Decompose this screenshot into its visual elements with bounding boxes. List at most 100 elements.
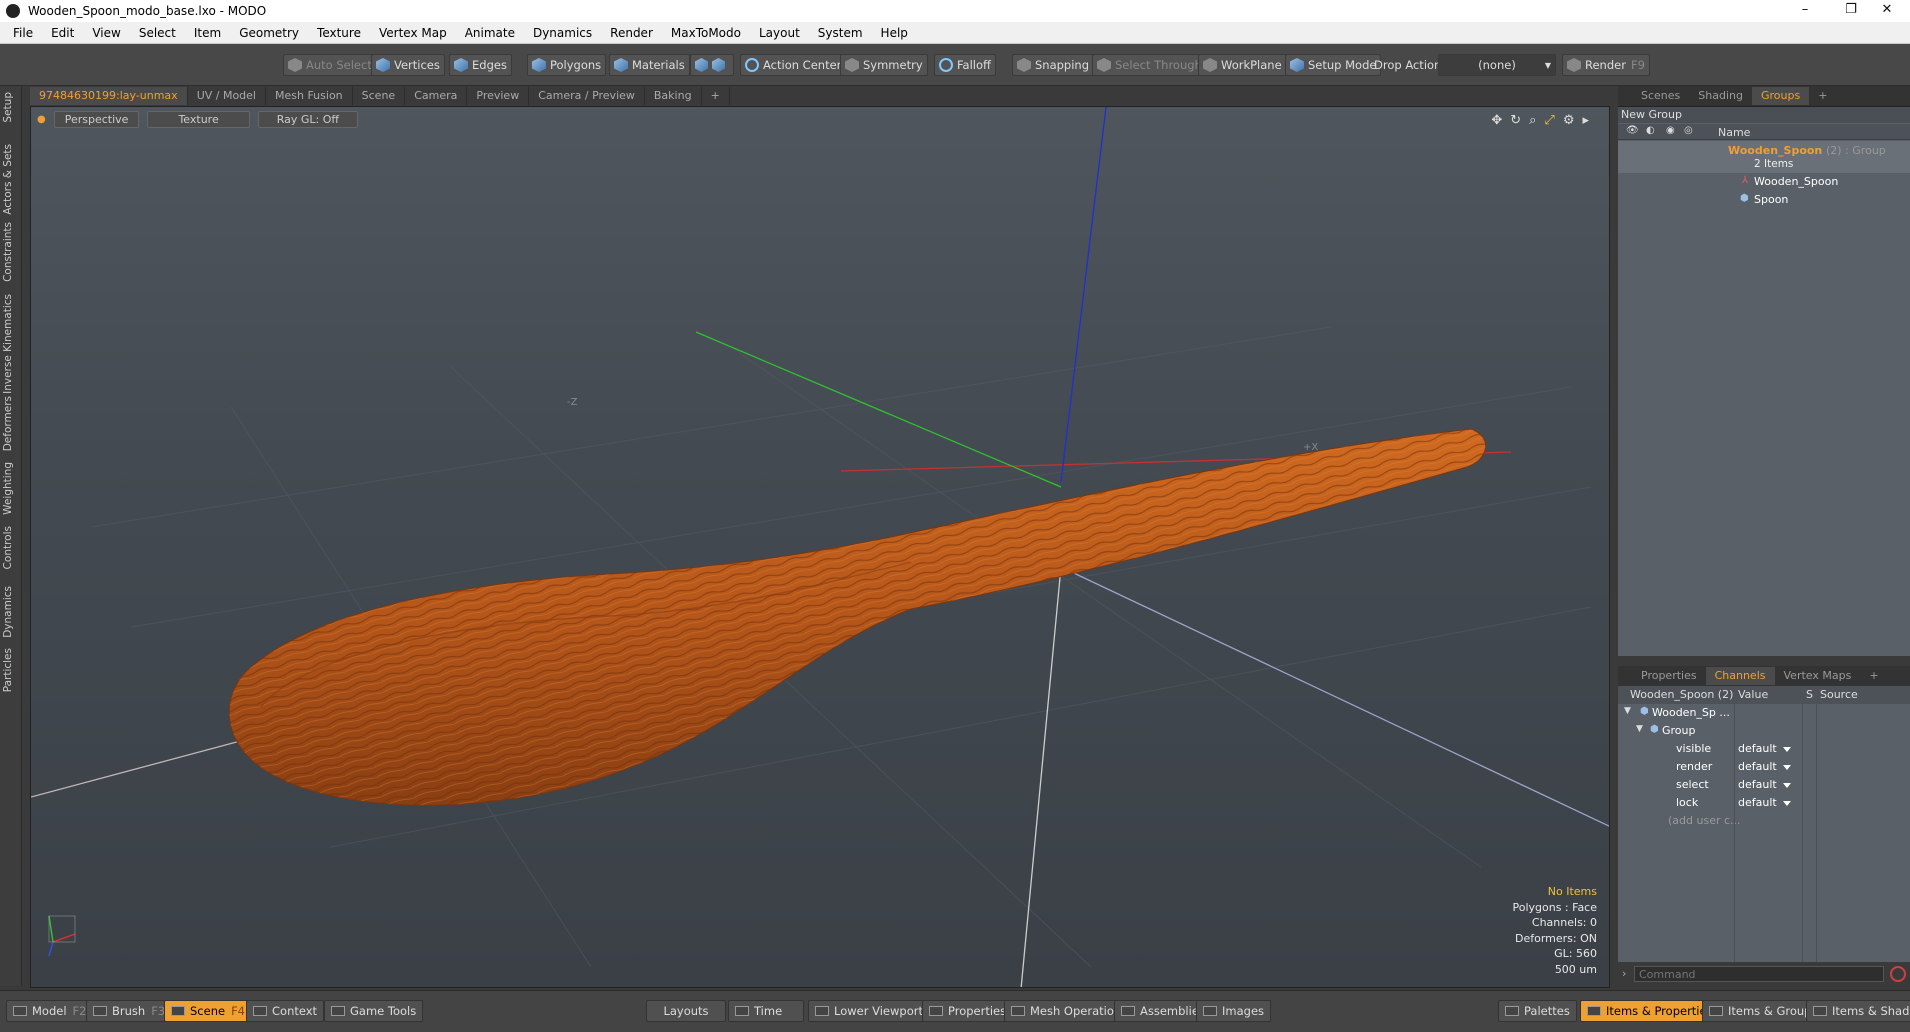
properties-button[interactable]: Properties: [922, 1000, 1014, 1022]
play-icon[interactable]: ▸: [1582, 113, 1589, 128]
brush-layout-button[interactable]: Brush F3: [86, 1000, 173, 1022]
tab-controls[interactable]: Controls: [2, 526, 20, 569]
lower-viewports-button[interactable]: Lower Viewports: [808, 1000, 936, 1022]
menu-animate[interactable]: Animate: [456, 26, 524, 40]
raygl-toggle-button[interactable]: Ray GL: Off: [257, 111, 358, 128]
snapping-button[interactable]: Snapping: [1012, 54, 1095, 76]
tab-uv-model[interactable]: UV / Model: [188, 87, 266, 105]
select-toggle-icon[interactable]: ◉: [1666, 125, 1675, 136]
3d-viewport[interactable]: -Z +X ● Perspective Texture Ray GL: Off …: [30, 106, 1610, 988]
edges-button[interactable]: Edges: [449, 54, 512, 76]
tab-weighting[interactable]: Weighting: [2, 462, 20, 515]
pan-icon[interactable]: ✥: [1491, 113, 1502, 128]
channel-row-visible[interactable]: visible default: [1618, 740, 1910, 758]
add-user-channel-row[interactable]: (add user c...: [1618, 812, 1910, 830]
drop-action-select[interactable]: (none) ▼: [1438, 54, 1556, 76]
close-button[interactable]: ✕: [1864, 0, 1910, 22]
tab-deformers[interactable]: Deformers: [2, 396, 20, 451]
fit-icon[interactable]: ⤢: [1544, 113, 1554, 128]
select-value-select[interactable]: default: [1736, 777, 1794, 793]
lock-toggle-icon[interactable]: ◎: [1684, 125, 1693, 136]
setup-mode-button[interactable]: Setup Mode: [1285, 54, 1382, 76]
items-shading-button[interactable]: Items & Shading: [1806, 1000, 1910, 1022]
add-panel-tab-button[interactable]: +: [1809, 87, 1836, 105]
expand-triangle-icon[interactable]: ▼: [1636, 724, 1643, 734]
channel-row-render[interactable]: render default: [1618, 758, 1910, 776]
tab-scenes[interactable]: Scenes: [1632, 87, 1689, 105]
images-button[interactable]: Images: [1196, 1000, 1272, 1022]
menu-system[interactable]: System: [809, 26, 872, 40]
tab-preview[interactable]: Preview: [467, 87, 530, 105]
tab-dynamics[interactable]: Dynamics: [2, 586, 20, 638]
tab-lay-unmax[interactable]: 97484630199:lay-unmax: [30, 87, 188, 105]
action-center-button[interactable]: Action Center: [740, 54, 847, 76]
tab-setup[interactable]: Setup: [2, 92, 20, 123]
menu-layout[interactable]: Layout: [750, 26, 809, 40]
command-input[interactable]: [1634, 966, 1884, 982]
vertices-button[interactable]: Vertices: [371, 54, 445, 76]
menu-item[interactable]: Item: [185, 26, 230, 40]
menu-geometry[interactable]: Geometry: [230, 26, 308, 40]
materials-button[interactable]: Materials: [609, 54, 690, 76]
tab-baking[interactable]: Baking: [645, 87, 702, 105]
channel-group-row[interactable]: ▼ ⬢ Group: [1618, 722, 1910, 740]
scene-layout-button[interactable]: Scene F4: [164, 1000, 252, 1022]
rotate-icon[interactable]: ↻: [1510, 113, 1521, 128]
tab-vertex-maps[interactable]: Vertex Maps: [1775, 667, 1861, 685]
tab-channels[interactable]: Channels: [1705, 667, 1775, 685]
symmetry-button[interactable]: Symmetry: [840, 54, 928, 76]
shading-mode-button[interactable]: Texture: [147, 111, 250, 128]
tab-particles[interactable]: Particles: [2, 648, 20, 692]
element-mode-buttons[interactable]: [690, 54, 734, 76]
tab-camera-preview[interactable]: Camera / Preview: [529, 87, 645, 105]
view-type-button[interactable]: Perspective: [53, 111, 140, 128]
menu-render[interactable]: Render: [601, 26, 662, 40]
add-channel-tab-button[interactable]: +: [1860, 667, 1887, 685]
lock-value-select[interactable]: default: [1736, 795, 1794, 811]
add-tab-button[interactable]: +: [702, 87, 730, 105]
menu-file[interactable]: File: [4, 26, 42, 40]
tree-item-spoon[interactable]: ⬢ Spoon: [1618, 191, 1910, 209]
falloff-button[interactable]: Falloff: [934, 54, 996, 76]
palettes-button[interactable]: Palettes: [1498, 1000, 1577, 1022]
select-through-button[interactable]: Select Through: [1092, 54, 1207, 76]
menu-vertex-map[interactable]: Vertex Map: [370, 26, 456, 40]
tab-shading[interactable]: Shading: [1689, 87, 1752, 105]
render-button[interactable]: Render F9: [1562, 54, 1650, 76]
tab-actors-sets[interactable]: Actors & Sets: [2, 144, 20, 215]
visible-value-select[interactable]: default: [1736, 741, 1794, 757]
menu-texture[interactable]: Texture: [308, 26, 370, 40]
polygons-button[interactable]: Polygons: [527, 54, 607, 76]
tab-groups[interactable]: Groups: [1751, 87, 1810, 105]
channel-row-select[interactable]: select default: [1618, 776, 1910, 794]
model-layout-button[interactable]: Model F2: [6, 1000, 94, 1022]
time-button[interactable]: Time: [728, 1000, 804, 1022]
tab-camera[interactable]: Camera: [405, 87, 468, 105]
group-row-wooden-spoon[interactable]: Wooden_Spoon (2) : Group 2 Items: [1618, 141, 1910, 173]
menu-dynamics[interactable]: Dynamics: [524, 26, 601, 40]
menu-select[interactable]: Select: [130, 26, 185, 40]
channel-root-row[interactable]: ▼ ⬢ Wooden_Sp ...: [1618, 704, 1910, 722]
expand-triangle-icon[interactable]: ▼: [1624, 706, 1631, 716]
gear-icon[interactable]: ⚙: [1563, 113, 1575, 128]
tab-mesh-fusion[interactable]: Mesh Fusion: [266, 87, 353, 105]
tab-constraints[interactable]: Constraints: [2, 222, 20, 282]
game-tools-layout-button[interactable]: Game Tools: [324, 1000, 424, 1022]
tab-properties[interactable]: Properties: [1632, 667, 1706, 685]
tree-item-wooden-spoon[interactable]: ⅄ Wooden_Spoon: [1618, 173, 1910, 191]
menu-view[interactable]: View: [83, 26, 129, 40]
zoom-icon[interactable]: ⌕: [1529, 113, 1536, 128]
record-icon[interactable]: [1890, 966, 1906, 982]
render-toggle-icon[interactable]: ◐: [1646, 125, 1655, 136]
menu-help[interactable]: Help: [872, 26, 917, 40]
tab-inverse-kinematics[interactable]: Inverse Kinematics: [2, 294, 20, 394]
minimize-button[interactable]: –: [1782, 0, 1828, 22]
auto-select-button[interactable]: Auto Select: [283, 54, 377, 76]
menu-edit[interactable]: Edit: [42, 26, 83, 40]
context-layout-button[interactable]: Context: [246, 1000, 325, 1022]
new-group-button[interactable]: New Group: [1618, 107, 1910, 123]
render-value-select[interactable]: default: [1736, 759, 1794, 775]
tab-scene[interactable]: Scene: [353, 87, 406, 105]
layouts-button[interactable]: Layouts: [646, 1000, 726, 1022]
viewport-options-icon[interactable]: ●: [37, 111, 46, 128]
